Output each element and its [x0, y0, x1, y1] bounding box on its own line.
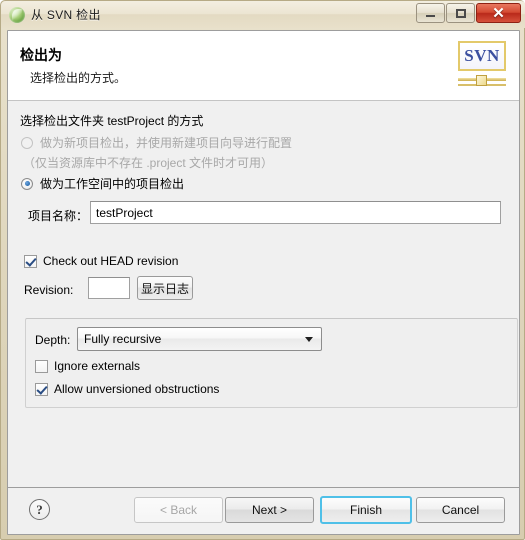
next-label: Next >	[251, 503, 287, 517]
wizard-header: 检出为 选择检出的方式。 SVN	[8, 31, 519, 101]
checkbox-checked-icon	[24, 254, 37, 268]
dialog-client-area: 检出为 选择检出的方式。 SVN 选择检出文件夹 testProject 的方式…	[7, 30, 520, 535]
show-log-label: 显示日志	[140, 281, 189, 296]
checkbox-allow-unversioned-label: Allow unversioned obstructions	[54, 382, 220, 396]
back-label: < Back	[159, 503, 198, 517]
maximize-icon	[455, 8, 466, 18]
section-label: 选择检出文件夹 testProject 的方式	[20, 114, 204, 128]
finish-button[interactable]: Finish	[320, 496, 412, 524]
checkbox-ignore-externals[interactable]: Ignore externals	[35, 359, 140, 373]
finish-label: Finish	[349, 503, 382, 517]
help-button[interactable]: ?	[29, 499, 50, 520]
radio-new-project[interactable]: 做为新项目检出，并使用新建项目向导进行配置	[21, 134, 292, 151]
depth-select[interactable]: Fully recursive	[77, 327, 322, 351]
radio-workspace-project[interactable]: 做为工作空间中的项目检出	[21, 175, 184, 192]
close-button[interactable]: ✕	[476, 3, 521, 23]
checkbox-head-revision-label: Check out HEAD revision	[43, 254, 179, 268]
minimize-button[interactable]	[416, 3, 445, 23]
svn-logo-icon: SVN	[456, 41, 508, 91]
minimize-icon	[426, 15, 435, 17]
checkbox-allow-unversioned[interactable]: Allow unversioned obstructions	[35, 382, 219, 396]
project-name-input[interactable]: testProject	[90, 201, 501, 224]
back-button[interactable]: < Back	[134, 497, 223, 523]
checkbox-checked-icon	[35, 382, 48, 396]
eclipse-green-circle-icon	[9, 6, 25, 23]
next-button[interactable]: Next >	[225, 497, 314, 523]
window-title: 从 SVN 检出	[31, 8, 101, 22]
radio-unselected-icon	[21, 136, 33, 149]
revision-label: Revision:	[24, 283, 74, 297]
chevron-down-icon	[305, 337, 313, 342]
depth-label: Depth:	[35, 333, 71, 347]
depth-value: Fully recursive	[84, 332, 162, 346]
window-controls: ✕	[415, 3, 521, 23]
dialog-footer: ? < Back Next > Finish Cancel	[8, 488, 519, 533]
cancel-button[interactable]: Cancel	[416, 497, 505, 523]
checkbox-ignore-externals-label: Ignore externals	[54, 359, 141, 373]
close-icon: ✕	[492, 4, 505, 22]
svn-logo-text: SVN	[464, 46, 500, 65]
radio-new-project-label: 做为新项目检出，并使用新建项目向导进行配置	[40, 136, 293, 150]
maximize-button[interactable]	[446, 3, 475, 23]
radio-new-project-note: （仅当资源库中不存在 .project 文件时才可用）	[23, 156, 274, 170]
show-log-button[interactable]: 显示日志	[137, 276, 193, 300]
help-label: ?	[36, 501, 43, 517]
radio-workspace-project-label: 做为工作空间中的项目检出	[40, 177, 185, 191]
project-name-value: testProject	[96, 205, 153, 220]
wizard-body: 选择检出文件夹 testProject 的方式 做为新项目检出，并使用新建项目向…	[8, 101, 519, 488]
page-title: 检出为	[20, 47, 62, 63]
page-subtitle: 选择检出的方式。	[30, 71, 127, 85]
checkbox-head-revision[interactable]: Check out HEAD revision	[24, 254, 178, 268]
title-bar[interactable]: 从 SVN 检出 ✕	[1, 1, 525, 28]
revision-input[interactable]	[88, 277, 130, 299]
radio-selected-icon	[21, 177, 33, 190]
dialog-window: 从 SVN 检出 ✕ 检出为 选择检出的方式。 SVN 选择检出文件夹 test…	[0, 0, 525, 540]
cancel-label: Cancel	[441, 503, 480, 517]
checkbox-unchecked-icon	[35, 359, 48, 373]
project-name-label: 项目名称：	[28, 209, 89, 223]
